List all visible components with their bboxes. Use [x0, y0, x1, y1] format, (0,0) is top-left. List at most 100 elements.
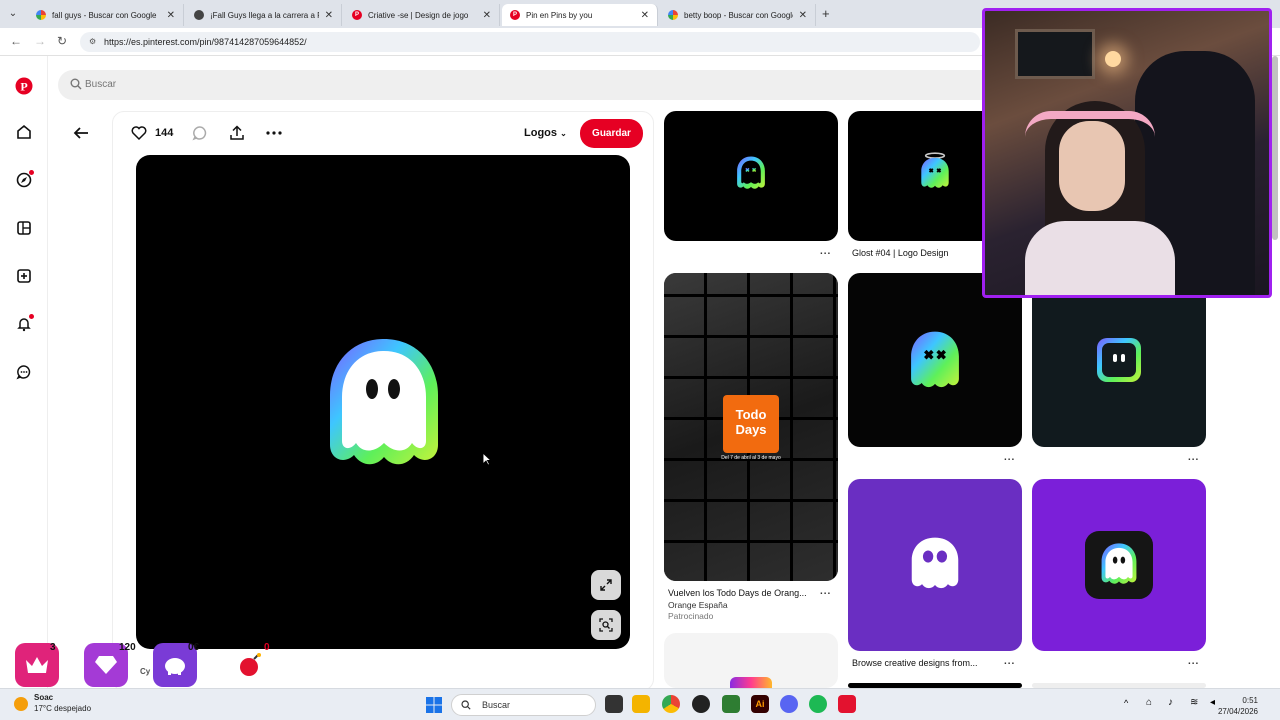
tab-fall-guys-article[interactable]: ¡Fall Guys llega a la carrera a Fo ✕ — [186, 4, 342, 26]
close-icon[interactable]: ✕ — [483, 10, 491, 21]
svg-text:P: P — [20, 80, 27, 94]
windows-start-icon[interactable] — [426, 697, 442, 713]
tab-criative[interactable]: P Criative -se | Design de jogo ✕ — [344, 4, 500, 26]
ghost-logo-icon — [737, 156, 765, 189]
site-info-icon[interactable]: ⚙ — [89, 32, 96, 52]
bomb-count: 0 — [264, 642, 270, 653]
grid-pin-violet-app-icon[interactable] — [1032, 479, 1206, 651]
webcam-overlay — [982, 8, 1272, 298]
mouse-cursor-icon — [482, 452, 492, 466]
close-icon[interactable]: ✕ — [167, 10, 175, 21]
reload-icon[interactable]: ↻ — [57, 34, 67, 48]
bomb-icon — [240, 653, 261, 676]
pin-more-button[interactable]: ... — [1188, 452, 1199, 463]
square-ghost-icon — [1097, 338, 1141, 382]
spotify-icon[interactable] — [809, 695, 827, 713]
page-scrollbar[interactable] — [1272, 56, 1278, 240]
close-icon[interactable]: ✕ — [799, 10, 807, 21]
heart-icon[interactable] — [130, 124, 148, 142]
pin-more-button[interactable]: ... — [820, 586, 831, 597]
back-arrow-icon[interactable]: ← — [10, 34, 22, 48]
tab-pin-active[interactable]: P Pin en Pins by you ✕ — [502, 4, 658, 26]
pinterest-icon: P — [510, 10, 520, 20]
expand-icon[interactable] — [591, 570, 621, 600]
search-input[interactable]: Buscar — [58, 70, 998, 100]
chevron-up-icon[interactable]: ^ — [1124, 698, 1128, 708]
app-icon[interactable] — [838, 695, 856, 713]
save-button[interactable]: Guardar — [580, 119, 643, 148]
tab-fall-guys-search[interactable]: fall guys - Buscar con Google ✕ — [28, 4, 184, 26]
illustrator-icon[interactable]: Ai — [751, 695, 769, 713]
todo-days-logo: Todo Days — [723, 395, 779, 453]
partial-logo-art — [730, 677, 772, 688]
visual-search-icon[interactable] — [591, 610, 621, 640]
pin-title[interactable]: Glost #04 | Logo Design — [852, 248, 948, 258]
piggy-bank-value: 0€ — [188, 642, 200, 653]
notifications-bell-icon[interactable] — [14, 314, 34, 334]
sponsored-label: Patrocinado — [668, 611, 714, 621]
task-view-icon[interactable] — [605, 695, 623, 713]
crown-count: 3 — [50, 642, 56, 653]
piggy-bank-icon — [165, 658, 185, 675]
weather-label[interactable]: 17°C despejado — [34, 704, 91, 713]
app-icon[interactable] — [692, 695, 710, 713]
close-icon[interactable]: ✕ — [325, 10, 333, 21]
board-selector[interactable]: Logos ⌄ — [524, 127, 567, 139]
todo-dates: Del 7 de abril al 3 de mayo — [721, 455, 781, 461]
discord-icon[interactable] — [780, 695, 798, 713]
file-explorer-icon[interactable] — [632, 695, 650, 713]
weather-icon[interactable] — [14, 697, 28, 711]
grid-pin-partial[interactable] — [664, 633, 838, 688]
explore-icon[interactable] — [14, 170, 34, 190]
more-options-icon[interactable] — [265, 124, 283, 142]
pin-title[interactable]: Vuelven los Todo Days de Orang... — [668, 588, 807, 598]
pin-more-button[interactable]: ... — [1188, 656, 1199, 667]
grid-pin-purple-ghost[interactable] — [848, 479, 1022, 651]
grid-pin-ghost-small[interactable] — [664, 111, 838, 241]
url-field[interactable]: ⚙ https://es.pinterest.com/pin/987414287… — [80, 32, 980, 52]
home-icon[interactable] — [14, 122, 34, 142]
grid-pin-ghost-x-eyes[interactable] — [848, 273, 1022, 447]
comment-icon[interactable] — [191, 124, 209, 142]
tab-betty-boop[interactable]: betty boop - Buscar con Google ✕ — [660, 4, 816, 26]
pinterest-logo-icon[interactable]: P — [14, 76, 34, 96]
share-icon[interactable] — [228, 124, 246, 142]
gem-count: 120 — [119, 642, 136, 653]
chevron-down-icon: ⌄ — [560, 129, 567, 138]
pin-image-ghost-logo[interactable] — [136, 155, 630, 649]
pin-more-button[interactable]: ... — [1004, 656, 1015, 667]
forward-arrow-icon[interactable]: → — [34, 34, 46, 48]
back-arrow-icon[interactable] — [72, 124, 90, 142]
wifi-icon[interactable]: ≋ — [1190, 697, 1198, 708]
messages-icon[interactable] — [14, 362, 34, 382]
microphone-icon[interactable]: ♪ — [1168, 697, 1173, 708]
new-tab-button[interactable]: + — [822, 6, 830, 21]
volume-icon[interactable]: ◂ — [1210, 697, 1215, 708]
tab-search-menu-button[interactable]: ⌄ — [4, 5, 22, 23]
ghost-logo-icon — [921, 152, 949, 188]
pin-more-button[interactable]: ... — [820, 246, 831, 257]
person-shirt — [1025, 221, 1175, 295]
pin-title[interactable]: Browse creative designs from... — [852, 658, 978, 668]
pin-more-button[interactable]: ... — [1004, 452, 1015, 463]
windows-taskbar: Soac 17°C despejado Buscar Ai ^ ⌂ ♪ ≋ ◂ … — [0, 688, 1280, 720]
ghost-logo-icon — [330, 339, 438, 465]
chrome-icon[interactable] — [662, 695, 680, 713]
taskbar-search-input[interactable]: Buscar — [451, 694, 596, 716]
network-icon[interactable]: ⌂ — [1146, 697, 1152, 708]
app-icon[interactable] — [722, 695, 740, 713]
ghost-logo-icon — [911, 537, 959, 589]
close-icon[interactable]: ✕ — [641, 10, 649, 21]
boards-icon[interactable] — [14, 218, 34, 238]
advertiser-name[interactable]: Orange España — [668, 600, 728, 610]
app-icon-tile — [1085, 531, 1153, 599]
create-icon[interactable] — [14, 266, 34, 286]
taskbar-clock[interactable]: 0:51 27/04/2026 — [1218, 695, 1258, 717]
grid-pin-todo-days-ad[interactable]: Todo Days Del 7 de abril al 3 de mayo — [664, 273, 838, 581]
background-monitor — [1015, 29, 1095, 79]
ghost-logo-icon — [911, 331, 959, 388]
google-icon — [668, 10, 678, 20]
pink-headset — [1025, 111, 1155, 137]
weather-short-label: Soac — [34, 693, 54, 702]
grid-pin-square-ghost[interactable] — [1032, 273, 1206, 447]
